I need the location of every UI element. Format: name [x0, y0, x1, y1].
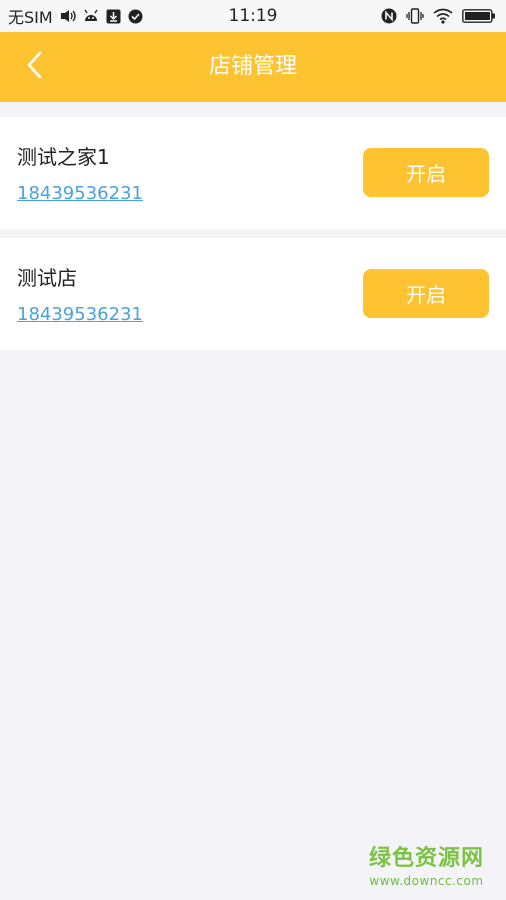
- battery-icon: [462, 8, 496, 24]
- store-card: 测试之家1 18439536231 开启: [0, 117, 506, 229]
- watermark: 绿色资源网 www.downcc.com: [369, 840, 484, 888]
- watermark-url: www.downcc.com: [369, 874, 484, 888]
- store-name: 测试之家1: [17, 145, 110, 169]
- vibrate-icon: [406, 8, 424, 24]
- status-bar: 无SIM 11:19: [0, 0, 506, 32]
- store-name: 测试店: [17, 266, 77, 290]
- app-header: 店铺管理: [0, 32, 506, 102]
- status-right: [381, 0, 496, 32]
- wifi-icon: [433, 8, 453, 24]
- open-store-button[interactable]: 开启: [363, 148, 489, 197]
- page-title: 店铺管理: [208, 54, 297, 79]
- open-store-button[interactable]: 开启: [363, 269, 489, 318]
- nfc-icon: [381, 8, 397, 24]
- chevron-left-icon: [25, 50, 43, 84]
- watermark-title: 绿色资源网: [368, 846, 484, 871]
- store-phone-link[interactable]: 18439536231: [17, 183, 143, 204]
- store-phone-link[interactable]: 18439536231: [17, 304, 143, 325]
- store-card: 测试店 18439536231 开启: [0, 238, 506, 350]
- store-list: 测试之家1 18439536231 开启 测试店 18439536231 开启: [0, 117, 506, 359]
- back-button[interactable]: [14, 47, 54, 87]
